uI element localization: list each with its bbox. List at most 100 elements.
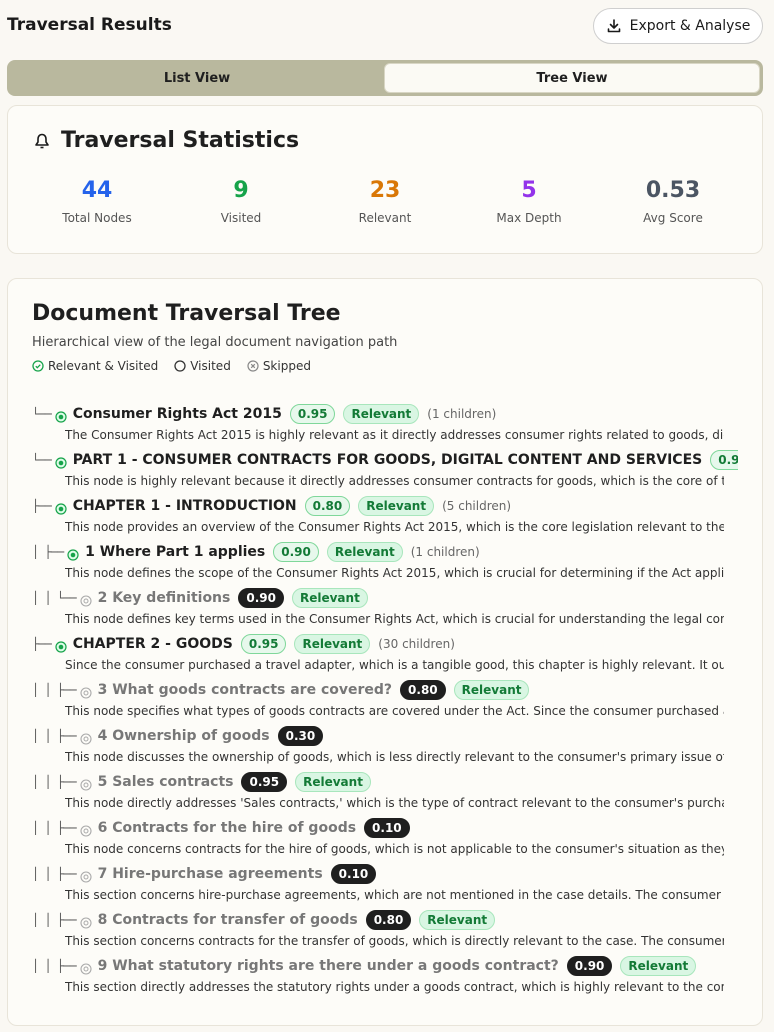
stat-label: Avg Score bbox=[643, 211, 703, 225]
relevant-badge: Relevant bbox=[326, 542, 403, 562]
tree-node-name: 1 Where Part 1 applies bbox=[85, 544, 266, 560]
tree-node-description: This section concerns hire-purchase agre… bbox=[65, 888, 724, 902]
children-count: (1 children) bbox=[410, 545, 480, 559]
tree-card: Document Traversal Tree Hierarchical vie… bbox=[7, 278, 763, 1026]
relevant-badge: Relevant bbox=[620, 956, 697, 976]
tree-node-header: │ │ ├── 4 Ownership of goods 0.30 bbox=[8, 724, 738, 748]
score-badge: 0.95 bbox=[241, 772, 288, 792]
relevant-visited-status-icon bbox=[55, 454, 67, 469]
download-icon bbox=[607, 19, 620, 33]
tree-node[interactable]: ├── CHAPTER 1 - INTRODUCTION 0.80 Relevant (… bbox=[8, 494, 762, 540]
legend-label: Visited bbox=[190, 359, 231, 373]
export-button[interactable]: Export & Analyse bbox=[593, 8, 763, 44]
tree-connector: ├── bbox=[32, 637, 52, 651]
tree-node-description: Since the consumer purchased a travel ad… bbox=[65, 658, 724, 672]
stat-total-nodes: 44 Total Nodes bbox=[37, 178, 157, 225]
stat-value: 9 bbox=[233, 178, 249, 203]
tree-node-header: ├── CHAPTER 2 - GOODS 0.95 Relevant (30 chil… bbox=[8, 632, 738, 656]
relevant-badge: Relevant bbox=[294, 634, 371, 654]
stat-avg-score: 0.53 Avg Score bbox=[613, 178, 733, 225]
stat-value: 0.53 bbox=[645, 178, 701, 203]
tree-node-header: └── PART 1 - CONSUMER CONTRACTS FOR GOODS… bbox=[8, 448, 738, 472]
children-count: (5 children) bbox=[442, 499, 512, 513]
tree-node[interactable]: │ │ └── 2 Key definitions 0.90 Relevant This… bbox=[8, 586, 762, 632]
skipped-status-icon bbox=[80, 868, 92, 883]
legend-label: Skipped bbox=[262, 359, 311, 373]
tree-node[interactable]: └── Consumer Rights Act 2015 0.95 Relevant (… bbox=[8, 402, 762, 448]
tree-node-description: This node provides an overview of the Co… bbox=[65, 520, 724, 534]
relevant-visited-status-icon bbox=[55, 408, 67, 423]
score-badge: 0.95 bbox=[710, 450, 738, 470]
score-badge: 0.90 bbox=[238, 588, 284, 608]
tree-node-name: CHAPTER 1 - INTRODUCTION bbox=[72, 498, 297, 514]
stat-max-depth: 5 Max Depth bbox=[469, 178, 589, 225]
tree-node-name: 6 Contracts for the hire of goods bbox=[97, 820, 357, 836]
score-badge: 0.95 bbox=[289, 404, 336, 424]
score-badge: 0.80 bbox=[400, 680, 446, 700]
tree-node-name: PART 1 - CONSUMER CONTRACTS FOR GOODS, D… bbox=[72, 452, 703, 468]
tree-node-description: The Consumer Rights Act 2015 is highly r… bbox=[65, 428, 724, 442]
tree-node-name: 8 Contracts for transfer of goods bbox=[97, 912, 358, 928]
view-toggle: List View Tree View bbox=[7, 60, 763, 96]
circle-icon bbox=[174, 360, 186, 372]
tree-node-description: This section concerns contracts for the … bbox=[65, 934, 724, 948]
tree-node-description: This section directly addresses the stat… bbox=[65, 980, 724, 994]
tree-connector: │ │ └── bbox=[32, 591, 77, 605]
tree-node-header: └── Consumer Rights Act 2015 0.95 Relevant (… bbox=[8, 402, 738, 426]
score-badge: 0.90 bbox=[566, 956, 613, 976]
tree-node-name: 9 What statutory rights are there under … bbox=[97, 958, 559, 974]
tree-node[interactable]: │ │ ├── 4 Ownership of goods 0.30 This node… bbox=[8, 724, 762, 770]
legend-visited: Visited bbox=[174, 359, 231, 373]
tree-node-header: │ │ ├── 9 What statutory rights are there… bbox=[8, 954, 738, 978]
tree-connector: │ │ ├── bbox=[32, 775, 77, 789]
stat-label: Max Depth bbox=[496, 211, 562, 225]
legend-relevant-visited: Relevant & Visited bbox=[32, 359, 158, 373]
tree-connector: │ │ ├── bbox=[32, 729, 77, 743]
tree-connector: └── bbox=[32, 453, 52, 467]
children-count: (1 children) bbox=[427, 407, 497, 421]
relevant-visited-status-icon bbox=[67, 546, 79, 561]
relevant-badge: Relevant bbox=[343, 404, 420, 424]
tree-title: Document Traversal Tree bbox=[32, 301, 341, 326]
tree-node-name: CHAPTER 2 - GOODS bbox=[72, 636, 233, 652]
tree-node-header: │ │ ├── 6 Contracts for the hire of goods… bbox=[8, 816, 738, 840]
tree-node[interactable]: │ │ ├── 8 Contracts for transfer of goods… bbox=[8, 908, 762, 954]
tree-node[interactable]: │ │ ├── 3 What goods contracts are covere… bbox=[8, 678, 762, 724]
relevant-badge: Relevant bbox=[419, 910, 496, 930]
tree-node[interactable]: │ │ ├── 7 Hire-purchase agreements 0.10 Thi… bbox=[8, 862, 762, 908]
tree-connector: │ │ ├── bbox=[32, 959, 77, 973]
tree-node[interactable]: └── PART 1 - CONSUMER CONTRACTS FOR GOODS… bbox=[8, 448, 762, 494]
skipped-status-icon bbox=[80, 776, 92, 791]
score-badge: 0.30 bbox=[277, 726, 324, 746]
tree-node-header: │ │ ├── 8 Contracts for transfer of goods… bbox=[8, 908, 738, 932]
tree-node[interactable]: │ │ ├── 6 Contracts for the hire of goods… bbox=[8, 816, 762, 862]
score-badge: 0.10 bbox=[364, 818, 410, 838]
skipped-status-icon bbox=[80, 822, 92, 837]
tree-node-header: │ │ ├── 5 Sales contracts 0.95 Relevant bbox=[8, 770, 738, 794]
tree-node-list: └── Consumer Rights Act 2015 0.95 Relevant (… bbox=[8, 402, 762, 1000]
page-title: Traversal Results bbox=[7, 15, 172, 35]
bell-icon bbox=[35, 133, 49, 148]
skipped-status-icon bbox=[80, 960, 92, 975]
header: Traversal Results Export & Analyse bbox=[0, 0, 774, 54]
skipped-status-icon bbox=[80, 592, 92, 607]
tab-list-view[interactable]: List View bbox=[10, 63, 384, 93]
tree-node[interactable]: │ │ ├── 9 What statutory rights are there… bbox=[8, 954, 762, 1000]
stat-label: Visited bbox=[220, 211, 262, 225]
stat-relevant: 23 Relevant bbox=[325, 178, 445, 225]
tree-node[interactable]: │ │ ├── 5 Sales contracts 0.95 Relevant This… bbox=[8, 770, 762, 816]
tree-connector: │ ├── bbox=[32, 545, 64, 559]
statistics-heading: Traversal Statistics bbox=[33, 128, 299, 153]
stat-value: 23 bbox=[369, 178, 401, 203]
tab-tree-view[interactable]: Tree View bbox=[384, 63, 760, 93]
score-badge: 0.80 bbox=[365, 910, 412, 930]
tree-node-header: │ │ ├── 7 Hire-purchase agreements 0.10 bbox=[8, 862, 738, 886]
tree-connector: ├── bbox=[32, 499, 52, 513]
export-button-label: Export & Analyse bbox=[629, 18, 751, 34]
tree-node-description: This node concerns contracts for the hir… bbox=[65, 842, 724, 856]
check-circle-icon bbox=[32, 360, 44, 372]
tree-node[interactable]: ├── CHAPTER 2 - GOODS 0.95 Relevant (30 chil… bbox=[8, 632, 762, 678]
tree-legend: Relevant & Visited Visited Skipped bbox=[32, 359, 311, 373]
tree-node[interactable]: │ ├── 1 Where Part 1 applies 0.90 Relevant (… bbox=[8, 540, 762, 586]
tree-node-description: This node directly addresses 'Sales cont… bbox=[65, 796, 724, 810]
